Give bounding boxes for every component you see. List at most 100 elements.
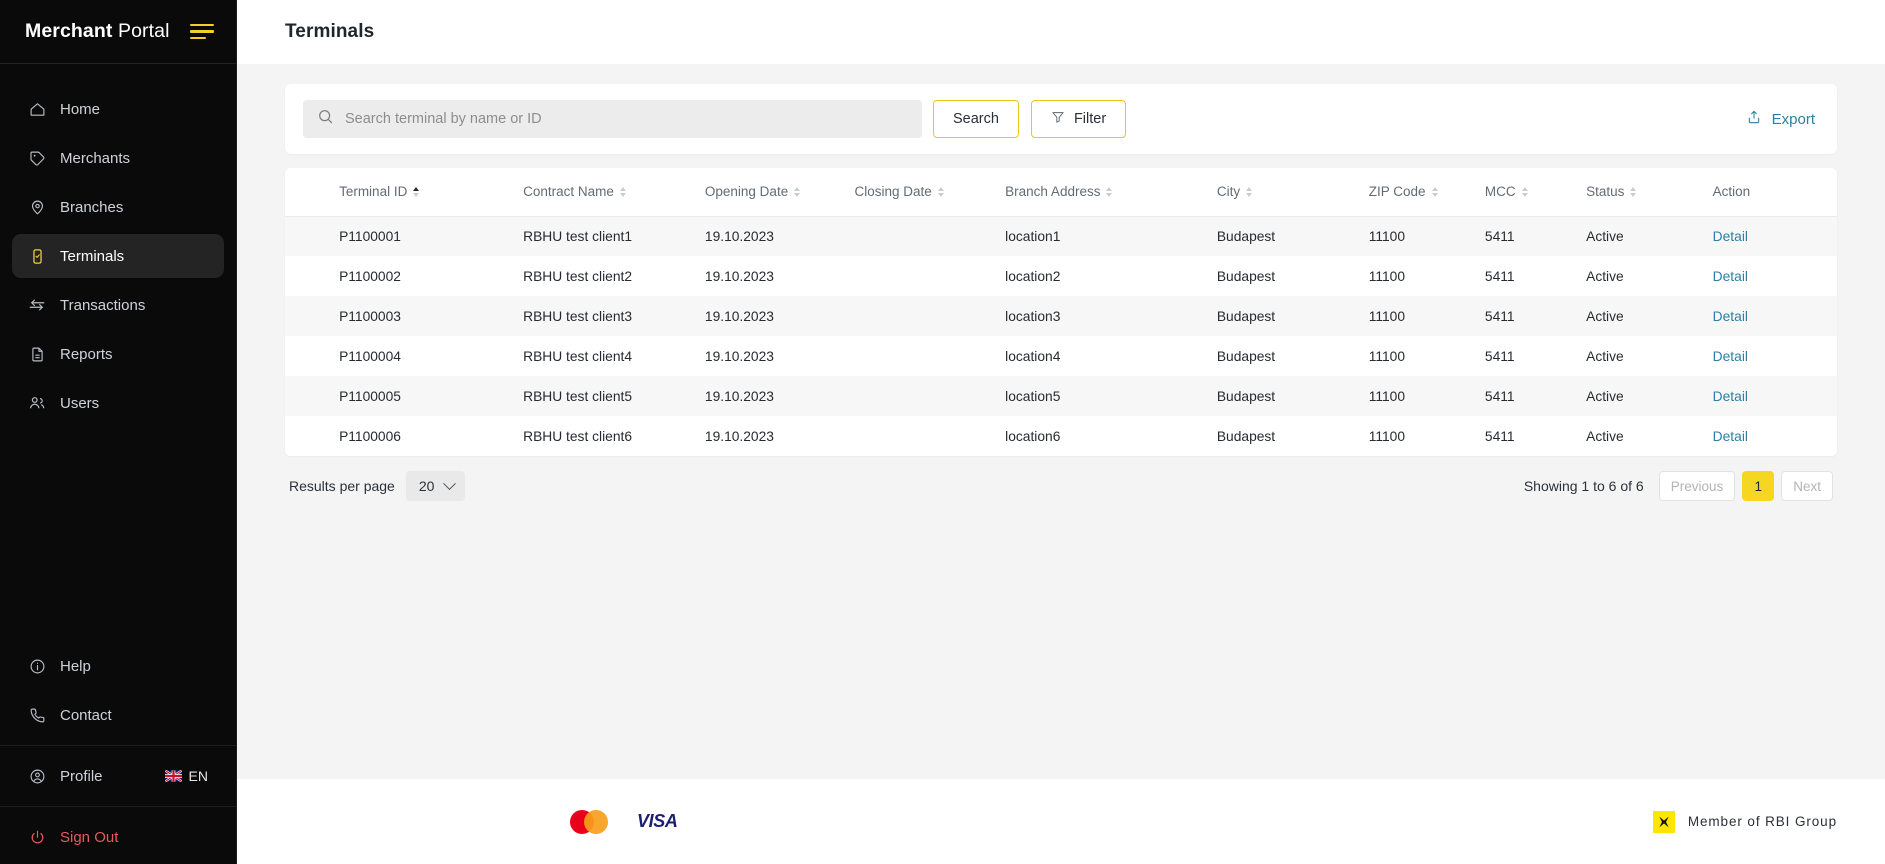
sidebar-divider-bottom: [0, 806, 236, 807]
detail-link[interactable]: Detail: [1713, 429, 1748, 444]
terminal-icon: [28, 247, 46, 265]
cell-city: Budapest: [1216, 388, 1276, 404]
column-label: Closing Date: [854, 184, 932, 200]
table-row[interactable]: P1100003 RBHU test client3 19.10.2023 locat…: [285, 296, 1837, 336]
brand-bold: Merchant: [25, 20, 113, 42]
cell-branch-address: location3: [1005, 308, 1061, 324]
map-pin-icon: [28, 198, 46, 216]
column-header-zip-code[interactable]: ZIP Code: [1368, 168, 1485, 217]
sidebar-item-transactions[interactable]: Transactions: [12, 283, 224, 327]
sidebar-item-home[interactable]: Home: [12, 87, 224, 131]
sort-indicator[interactable]: [1246, 186, 1253, 197]
results-per-page-select[interactable]: 20: [405, 471, 466, 501]
header-spacer: [285, 168, 340, 217]
filter-button[interactable]: Filter: [1030, 100, 1127, 138]
sort-indicator[interactable]: [937, 186, 944, 197]
table-row[interactable]: P1100001 RBHU test client1 19.10.2023 locat…: [285, 216, 1837, 256]
previous-page-button[interactable]: Previous: [1658, 471, 1736, 501]
power-icon: [28, 828, 46, 846]
filter-button-label: Filter: [1073, 111, 1107, 127]
cell-zip: 11100: [1368, 308, 1406, 324]
column-header-opening-date[interactable]: Opening Date: [704, 168, 855, 217]
table-body: P1100001 RBHU test client1 19.10.2023 locat…: [285, 216, 1837, 456]
column-header-closing-date[interactable]: Closing Date: [854, 168, 1006, 217]
sidebar-item-terminals[interactable]: Terminals: [12, 234, 224, 278]
sort-indicator[interactable]: [1630, 186, 1637, 197]
tag-icon: [28, 149, 46, 167]
sidebar-item-merchants[interactable]: Merchants: [12, 136, 224, 180]
hamburger-icon[interactable]: [190, 22, 214, 42]
sidebar-item-label: Transactions: [60, 296, 146, 314]
detail-link[interactable]: Detail: [1713, 349, 1748, 364]
cell-contract-name: RBHU test client3: [523, 308, 633, 324]
sidebar-item-contact[interactable]: Contact: [12, 693, 224, 737]
cell-spacer: [285, 216, 339, 256]
users-icon: [28, 394, 46, 412]
column-label: MCC: [1484, 184, 1516, 200]
cell-closing-date: [854, 256, 1005, 296]
cell-branch-address: location4: [1005, 348, 1061, 364]
sidebar-item-label: Branches: [60, 198, 124, 216]
sort-indicator[interactable]: [1431, 186, 1438, 197]
table-row[interactable]: P1100005 RBHU test client5 19.10.2023 locat…: [285, 376, 1837, 416]
column-header-terminal-id[interactable]: Terminal ID: [339, 168, 524, 217]
sidebar-secondary-nav: Help Contact Profile EN Sign Out: [0, 639, 236, 864]
cell-mcc: 5411: [1484, 268, 1515, 284]
cell-terminal-id: P1100005: [339, 388, 401, 404]
search-input[interactable]: [345, 111, 908, 127]
document-icon: [28, 345, 46, 363]
table-row[interactable]: P1100004 RBHU test client4 19.10.2023 locat…: [285, 336, 1837, 376]
sidebar-item-reports[interactable]: Reports: [12, 332, 224, 376]
table-row[interactable]: P1100002 RBHU test client2 19.10.2023 locat…: [285, 256, 1837, 296]
sort-indicator[interactable]: [794, 186, 801, 197]
cell-mcc: 5411: [1484, 228, 1515, 244]
table-row[interactable]: P1100006 RBHU test client6 19.10.2023 locat…: [285, 416, 1837, 456]
sort-indicator[interactable]: [1521, 186, 1528, 197]
column-header-branch-address[interactable]: Branch Address: [1005, 168, 1217, 217]
sort-indicator[interactable]: [619, 186, 626, 197]
detail-link[interactable]: Detail: [1713, 269, 1748, 284]
sidebar-item-help[interactable]: Help: [12, 644, 224, 688]
table-head: Terminal ID Contract Name Opening Date C…: [285, 168, 1837, 217]
sidebar-item-profile[interactable]: Profile EN: [12, 754, 224, 798]
payment-logos: VISA: [570, 809, 678, 834]
cell-opening-date: 19.10.2023: [704, 268, 774, 284]
cell-terminal-id: P1100004: [339, 348, 401, 364]
cell-contract-name: RBHU test client1: [523, 228, 633, 244]
cell-contract-name: RBHU test client4: [523, 348, 633, 364]
cell-action: Detail: [1713, 296, 1837, 336]
column-label: Terminal ID: [339, 184, 408, 200]
cell-action: Detail: [1713, 336, 1837, 376]
sidebar-item-users[interactable]: Users: [12, 381, 224, 425]
detail-link[interactable]: Detail: [1713, 229, 1748, 244]
detail-link[interactable]: Detail: [1713, 309, 1748, 324]
cell-status: Active: [1586, 268, 1624, 284]
detail-link[interactable]: Detail: [1713, 389, 1748, 404]
search-button[interactable]: Search: [933, 100, 1019, 138]
column-header-status[interactable]: Status: [1586, 168, 1713, 217]
sort-indicator-asc[interactable]: [413, 186, 420, 197]
column-header-city[interactable]: City: [1216, 168, 1369, 217]
pager: Previous 1 Next: [1658, 471, 1833, 501]
cell-closing-date: [854, 416, 1005, 456]
sidebar-divider-top: [0, 745, 236, 746]
results-per-page: Results per page 20: [289, 471, 466, 501]
showing-text: Showing 1 to 6 of 6: [1523, 478, 1644, 494]
funnel-icon: [1051, 110, 1065, 128]
search-field-wrapper[interactable]: [303, 100, 922, 138]
cell-spacer: [285, 296, 339, 336]
cell-opening-date: 19.10.2023: [704, 228, 774, 244]
column-header-mcc[interactable]: MCC: [1484, 168, 1587, 217]
export-button[interactable]: Export: [1746, 109, 1815, 129]
page-button-1[interactable]: 1: [1742, 471, 1775, 501]
cell-zip: 11100: [1368, 348, 1406, 364]
cell-status: Active: [1586, 308, 1624, 324]
sort-indicator[interactable]: [1106, 186, 1113, 197]
sidebar-item-branches[interactable]: Branches: [12, 185, 224, 229]
rbi-logo: [1652, 810, 1675, 833]
sign-out-button[interactable]: Sign Out: [12, 815, 224, 859]
column-header-contract-name[interactable]: Contract Name: [523, 168, 705, 217]
language-switcher[interactable]: EN: [164, 768, 208, 784]
next-page-button[interactable]: Next: [1781, 471, 1833, 501]
cell-city: Budapest: [1216, 348, 1276, 364]
